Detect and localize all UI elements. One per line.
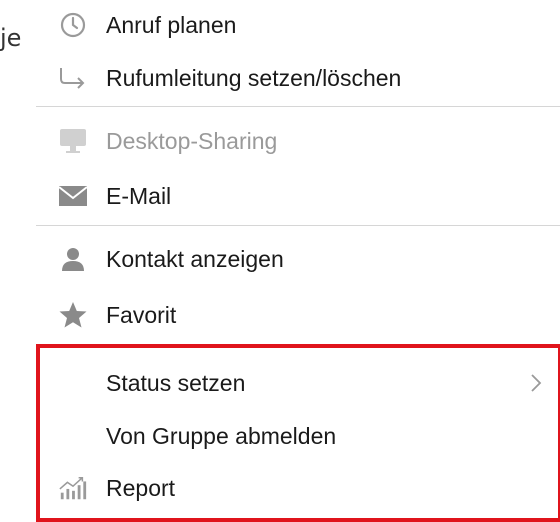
menu-item-label: Report bbox=[106, 474, 176, 501]
menu-item-favorite[interactable]: Favorit bbox=[36, 290, 560, 340]
menu-item-label: Kontakt anzeigen bbox=[106, 245, 284, 272]
forward-arrow-icon bbox=[58, 63, 88, 93]
menu-item-label: Favorit bbox=[106, 301, 177, 328]
menu-item-schedule-call[interactable]: Anruf planen bbox=[36, 0, 560, 50]
star-icon bbox=[58, 300, 88, 330]
menu-item-leave-group[interactable]: Von Gruppe abmelden bbox=[36, 411, 560, 461]
menu-item-report[interactable]: Report bbox=[36, 463, 560, 513]
menu-item-label: Rufumleitung setzen/löschen bbox=[106, 64, 402, 91]
menu-item-email[interactable]: E-Mail bbox=[36, 171, 560, 221]
chart-icon bbox=[58, 473, 88, 503]
menu-item-label: Anruf planen bbox=[106, 11, 237, 38]
menu-item-label: Von Gruppe abmelden bbox=[106, 422, 337, 449]
chevron-right-icon bbox=[526, 368, 546, 398]
menu-item-label: E-Mail bbox=[106, 182, 172, 209]
menu-item-set-status[interactable]: Status setzen bbox=[36, 358, 560, 408]
menu-separator bbox=[36, 225, 560, 226]
menu-item-desktop-sharing[interactable]: Desktop-Sharing bbox=[36, 116, 560, 166]
menu-separator bbox=[36, 106, 560, 107]
menu-item-call-forwarding[interactable]: Rufumleitung setzen/löschen bbox=[36, 53, 560, 103]
envelope-icon bbox=[58, 181, 88, 211]
menu-item-label: Desktop-Sharing bbox=[106, 127, 278, 154]
person-icon bbox=[58, 244, 88, 274]
menu-item-show-contact[interactable]: Kontakt anzeigen bbox=[36, 234, 560, 284]
context-menu: Anruf planen Rufumleitung setzen/löschen… bbox=[36, 0, 560, 522]
background-window-text: je bbox=[0, 24, 22, 52]
menu-item-label: Status setzen bbox=[106, 369, 246, 396]
monitor-icon bbox=[58, 126, 88, 156]
clock-icon bbox=[58, 10, 88, 40]
